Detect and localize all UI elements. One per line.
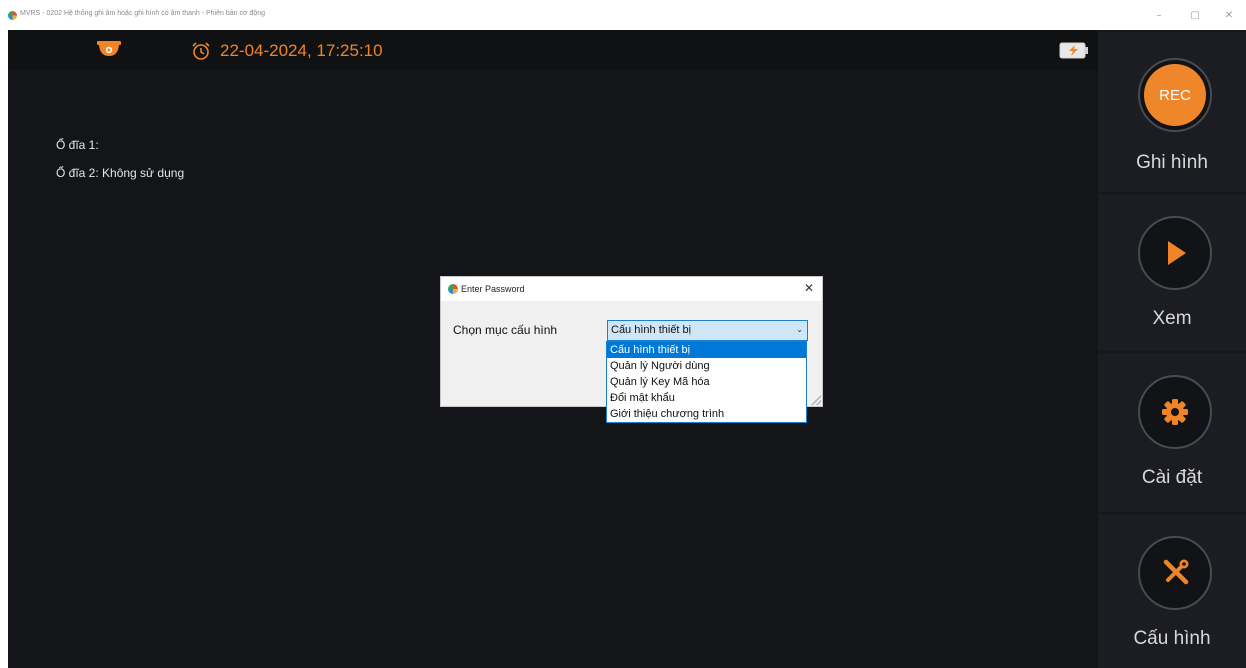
app-logo-icon: [8, 11, 17, 20]
config-section-label: Chọn mục cấu hình: [453, 323, 558, 337]
select-value: Cấu hình thiết bị: [611, 324, 692, 336]
view-button[interactable]: Xem: [1098, 194, 1246, 351]
config-circle: [1138, 536, 1212, 610]
window-titlebar: MVRS - 0202 Hệ thống ghi âm hoặc ghi hìn…: [0, 0, 1246, 30]
sidebar: REC Ghi hình Xem Cài đặt Cấu hình: [1098, 30, 1246, 668]
gear-icon: [1162, 399, 1188, 425]
settings-circle: [1138, 375, 1212, 449]
close-window-button[interactable]: ✕: [1218, 8, 1240, 24]
camera-icon: [97, 41, 121, 56]
maximize-button[interactable]: ▢: [1184, 8, 1206, 24]
record-label: Ghi hình: [1136, 152, 1208, 173]
tools-icon: [1163, 559, 1189, 585]
dialog-title: Enter Password: [461, 284, 525, 294]
dialog-app-icon: [448, 284, 458, 294]
dropdown-option[interactable]: Quản lý Người dùng: [607, 358, 806, 374]
config-button[interactable]: Cấu hình: [1098, 514, 1246, 668]
disk-1-status: Ổ đĩa 1:: [56, 138, 99, 152]
config-section-dropdown: Cấu hình thiết bị Quản lý Người dùng Quả…: [606, 341, 807, 423]
alarm-clock-icon: [192, 42, 210, 60]
rec-indicator: REC: [1144, 64, 1206, 126]
window-title: MVRS - 0202 Hệ thống ghi âm hoặc ghi hìn…: [20, 10, 266, 17]
battery-charging-icon: [1059, 42, 1088, 59]
dropdown-option[interactable]: Cấu hình thiết bị: [607, 342, 806, 358]
record-circle: REC: [1138, 58, 1212, 132]
settings-label: Cài đặt: [1141, 467, 1203, 488]
dialog-titlebar: Enter Password ✕: [441, 277, 822, 301]
record-button[interactable]: REC Ghi hình: [1098, 32, 1246, 192]
current-datetime: 22-04-2024, 17:25:10: [220, 41, 383, 60]
disk-2-status: Ổ đĩa 2: Không sử dụng: [56, 166, 185, 180]
resize-grip[interactable]: [811, 395, 821, 405]
config-label: Cấu hình: [1133, 628, 1211, 649]
status-bar: 22-04-2024, 17:25:10: [8, 30, 1098, 70]
chevron-down-icon: ⌄: [796, 325, 803, 334]
dropdown-option[interactable]: Quản lý Key Mã hóa: [607, 374, 806, 390]
minimize-button[interactable]: –: [1148, 8, 1170, 24]
config-section-select[interactable]: Cấu hình thiết bị ⌄: [607, 320, 808, 341]
view-label: Xem: [1152, 308, 1192, 329]
dropdown-option[interactable]: Đổi mật khẩu: [607, 390, 806, 406]
settings-button[interactable]: Cài đặt: [1098, 353, 1246, 512]
play-circle: [1138, 216, 1212, 290]
dropdown-option[interactable]: Giới thiệu chương trình: [607, 406, 806, 422]
play-icon: [1168, 241, 1186, 265]
dialog-close-button[interactable]: ✕: [801, 280, 817, 296]
